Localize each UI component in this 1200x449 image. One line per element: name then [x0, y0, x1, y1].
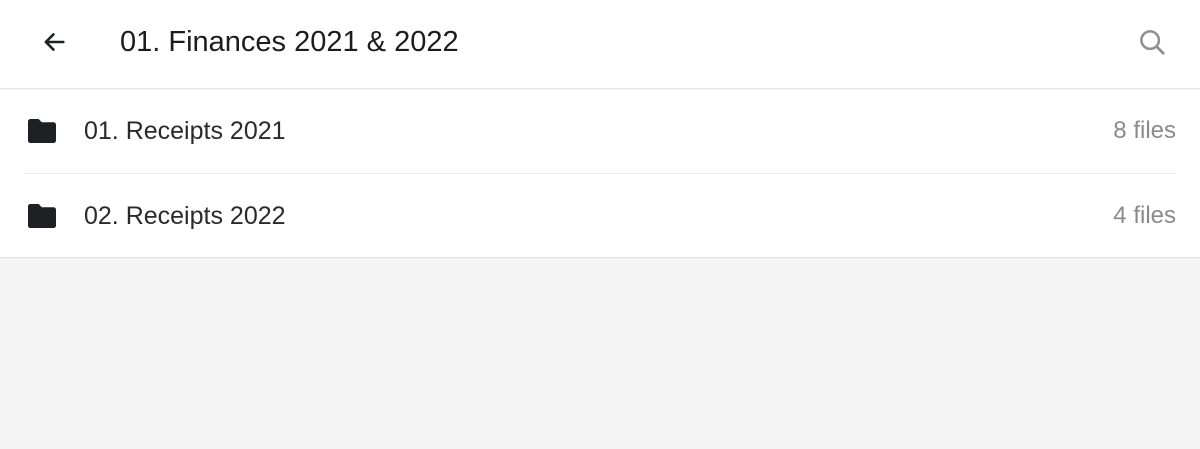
folder-icon	[28, 204, 56, 228]
folder-name: 01. Receipts 2021	[84, 117, 286, 145]
file-count: 8 files	[1113, 117, 1176, 144]
search-icon	[1140, 30, 1165, 55]
folder-name: 02. Receipts 2022	[84, 202, 286, 230]
folder-row[interactable]: 01. Receipts 2021 8 files	[0, 90, 1200, 174]
folder-row[interactable]: 02. Receipts 2022 4 files	[0, 174, 1200, 258]
file-browser: 01. Finances 2021 & 2022 01. Receipts 20…	[0, 0, 1200, 449]
app-header: 01. Finances 2021 & 2022	[0, 0, 1200, 89]
page-title: 01. Finances 2021 & 2022	[120, 26, 459, 58]
folder-list: 01. Receipts 2021 8 files 02. Receipts 2…	[0, 90, 1200, 258]
search-button[interactable]	[1132, 22, 1172, 62]
folder-icon	[28, 119, 56, 143]
back-button[interactable]	[34, 22, 74, 62]
file-count: 4 files	[1113, 202, 1176, 229]
arrow-left-icon	[44, 33, 65, 51]
